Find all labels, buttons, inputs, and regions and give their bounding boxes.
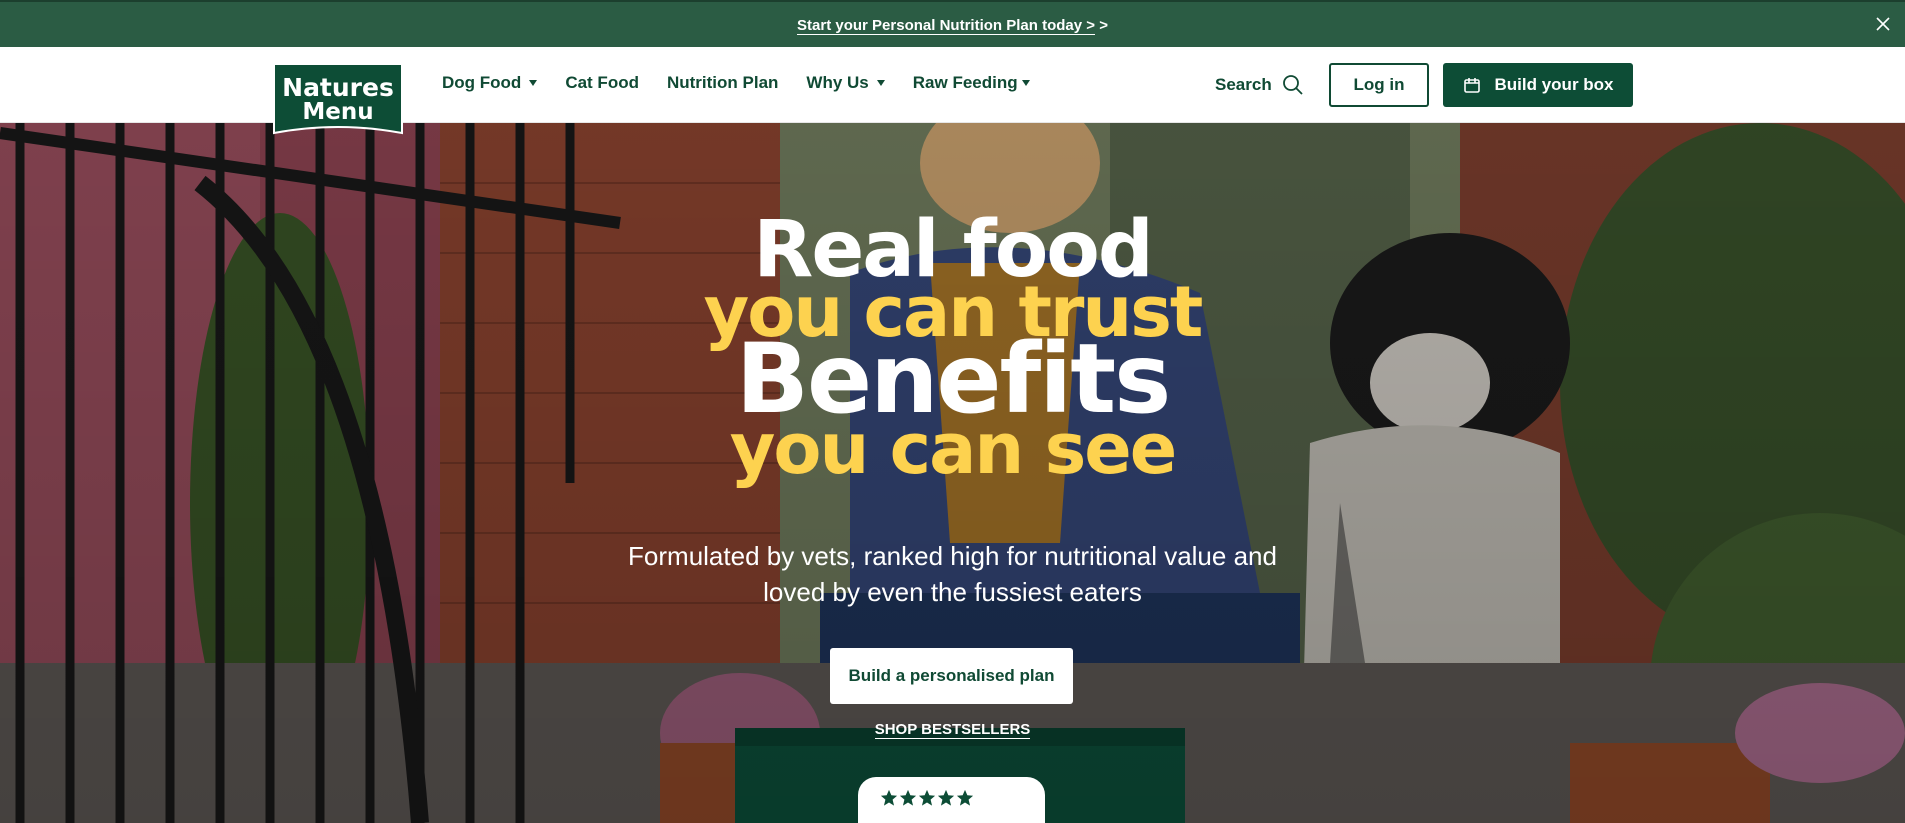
star-icon bbox=[956, 789, 974, 806]
search-label: Search bbox=[1215, 75, 1272, 94]
login-button[interactable]: Log in bbox=[1329, 63, 1429, 107]
nav-raw-feeding[interactable]: Raw Feeding bbox=[913, 73, 1030, 93]
build-plan-button[interactable]: Build a personalised plan bbox=[830, 648, 1073, 704]
nav-why-us[interactable]: Why Us bbox=[806, 73, 885, 93]
site-header: Natures Menu Dog Food Cat Food Nutrition… bbox=[0, 47, 1905, 135]
caret-down-icon bbox=[876, 80, 885, 86]
nav-dog-food-label: Dog Food bbox=[442, 73, 522, 92]
logo-text-line2: Menu bbox=[302, 99, 373, 125]
search-icon bbox=[1282, 75, 1303, 95]
star-icon bbox=[880, 789, 898, 806]
caret-down-icon bbox=[529, 80, 538, 86]
promo-link[interactable]: Start your Personal Nutrition Plan today… bbox=[0, 17, 1905, 35]
nav-cat-food-label: Cat Food bbox=[565, 73, 639, 92]
star-icon bbox=[899, 789, 917, 806]
hero-subtext: Formulated by vets, ranked high for nutr… bbox=[0, 538, 1905, 610]
nav-nutrition-plan[interactable]: Nutrition Plan bbox=[667, 73, 778, 93]
main-nav: Dog Food Cat Food Nutrition Plan Why Us … bbox=[442, 73, 1058, 93]
nav-why-us-label: Why Us bbox=[806, 73, 869, 92]
build-box-label: Build your box bbox=[1494, 75, 1614, 94]
caret-down-icon bbox=[1021, 80, 1030, 86]
hero-heading-line4: you can see bbox=[729, 408, 1177, 490]
nav-raw-feeding-label: Raw Feeding bbox=[912, 73, 1018, 92]
star-rating bbox=[880, 789, 975, 807]
hero-subtext-line2: loved by even the fussiest eaters bbox=[763, 577, 1142, 607]
hero-subtext-line1: Formulated by vets, ranked high for nutr… bbox=[628, 541, 1277, 571]
build-box-button[interactable]: Build your box bbox=[1443, 63, 1633, 107]
rating-card bbox=[858, 777, 1045, 823]
promo-link-text[interactable]: Start your Personal Nutrition Plan today… bbox=[797, 17, 1096, 35]
star-icon bbox=[918, 789, 936, 806]
nav-cat-food[interactable]: Cat Food bbox=[565, 73, 639, 93]
nav-dog-food[interactable]: Dog Food bbox=[442, 73, 538, 93]
natures-menu-logo[interactable]: Natures Menu bbox=[273, 63, 403, 141]
hero-section: Real food you can trust Benefits you can… bbox=[0, 123, 1905, 823]
shop-bestsellers-label[interactable]: SHOP BESTSELLERS bbox=[874, 721, 1031, 739]
star-icon bbox=[937, 789, 955, 806]
promo-bar: Start your Personal Nutrition Plan today… bbox=[0, 0, 1905, 47]
shop-bestsellers-link[interactable]: SHOP BESTSELLERS bbox=[0, 721, 1905, 739]
nav-nutrition-plan-label: Nutrition Plan bbox=[666, 73, 779, 92]
box-icon bbox=[1463, 78, 1480, 93]
logo-text-line1: Natures bbox=[282, 73, 394, 102]
search-button[interactable]: Search bbox=[1215, 74, 1304, 96]
close-icon[interactable] bbox=[1871, 12, 1895, 36]
promo-chevron: > bbox=[1099, 17, 1108, 34]
